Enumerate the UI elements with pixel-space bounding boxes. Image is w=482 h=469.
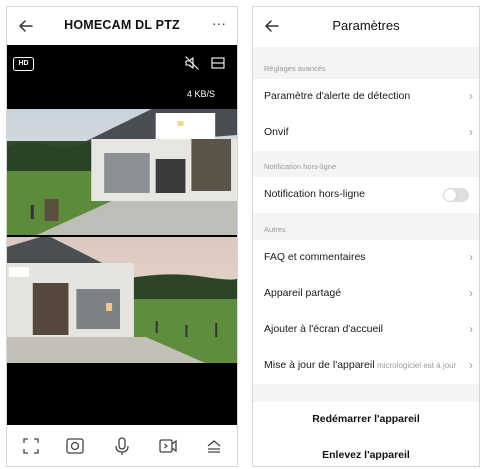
firmware-update-row[interactable]: Le micrologiciel est à jour Mise à jour … (253, 348, 479, 384)
shared-device-label: Appareil partagé (264, 287, 342, 299)
faq-label: FAQ et commentaires (264, 251, 366, 263)
add-home-screen-label: Ajouter à l'écran d'accueil (264, 323, 383, 335)
bitrate-readout: 4 KB/S (186, 89, 215, 99)
speaker-muted-icon[interactable] (184, 55, 200, 71)
microphone-icon[interactable] (111, 435, 133, 457)
camera-control-bar (7, 425, 237, 466)
settings-screen: Paramètres Réglages avancés Paramètre d'… (252, 6, 480, 467)
firmware-update-label: Mise à jour de l'appareil (264, 359, 375, 371)
chevron-right-icon: › (469, 286, 473, 300)
more-dots-icon[interactable]: ··· (209, 16, 229, 36)
fullscreen-icon[interactable] (20, 435, 42, 457)
section-header-other: Autres (264, 225, 286, 234)
section-header-advanced: Réglages avancés (264, 64, 326, 73)
onvif-row[interactable]: Onvif › (253, 115, 479, 151)
restart-device-button[interactable]: Redémarrer l'appareil (253, 402, 479, 438)
offline-notification-toggle[interactable] (443, 188, 469, 202)
video-viewport[interactable]: HD 4 KB/S (7, 45, 237, 427)
snapshot-icon[interactable] (64, 435, 86, 457)
hd-quality-button[interactable]: HD (13, 57, 34, 71)
expand-up-icon[interactable] (203, 435, 225, 457)
section-header-offline: Notification hors-ligne (264, 162, 337, 171)
chevron-right-icon: › (469, 322, 473, 336)
shared-device-row[interactable]: Appareil partagé › (253, 276, 479, 312)
camera-header: HOMECAM DL PTZ ··· (7, 7, 237, 45)
detection-alert-label: Paramètre d'alerte de détection (264, 90, 411, 102)
chevron-right-icon: › (469, 250, 473, 264)
settings-header: Paramètres (253, 7, 479, 47)
split-view-icon[interactable] (210, 55, 226, 71)
onvif-label: Onvif (264, 126, 289, 138)
restart-device-label: Redémarrer l'appareil (312, 413, 420, 425)
record-icon[interactable] (157, 435, 179, 457)
camera-title: HOMECAM DL PTZ (64, 18, 180, 32)
chevron-right-icon: › (469, 89, 473, 103)
camera-live-screen: HOMECAM DL PTZ ··· HD 4 KB/S (6, 6, 238, 467)
faq-row[interactable]: FAQ et commentaires › (253, 240, 479, 276)
add-home-screen-row[interactable]: Ajouter à l'écran d'accueil › (253, 312, 479, 348)
firmware-status: Le micrologiciel est à jour (366, 361, 457, 370)
detection-alert-row[interactable]: Paramètre d'alerte de détection › (253, 79, 479, 115)
remove-device-button[interactable]: Enlevez l'appareil (253, 438, 479, 466)
toggle-knob (444, 189, 456, 201)
chevron-right-icon: › (469, 125, 473, 139)
settings-title: Paramètres (332, 18, 400, 33)
camera-feed-2[interactable] (7, 237, 237, 363)
offline-notification-label: Notification hors-ligne (264, 188, 365, 200)
chevron-right-icon: › (469, 358, 473, 372)
camera-feed-1[interactable] (7, 109, 237, 235)
offline-notification-row: Notification hors-ligne (253, 177, 479, 213)
remove-device-label: Enlevez l'appareil (322, 449, 410, 461)
